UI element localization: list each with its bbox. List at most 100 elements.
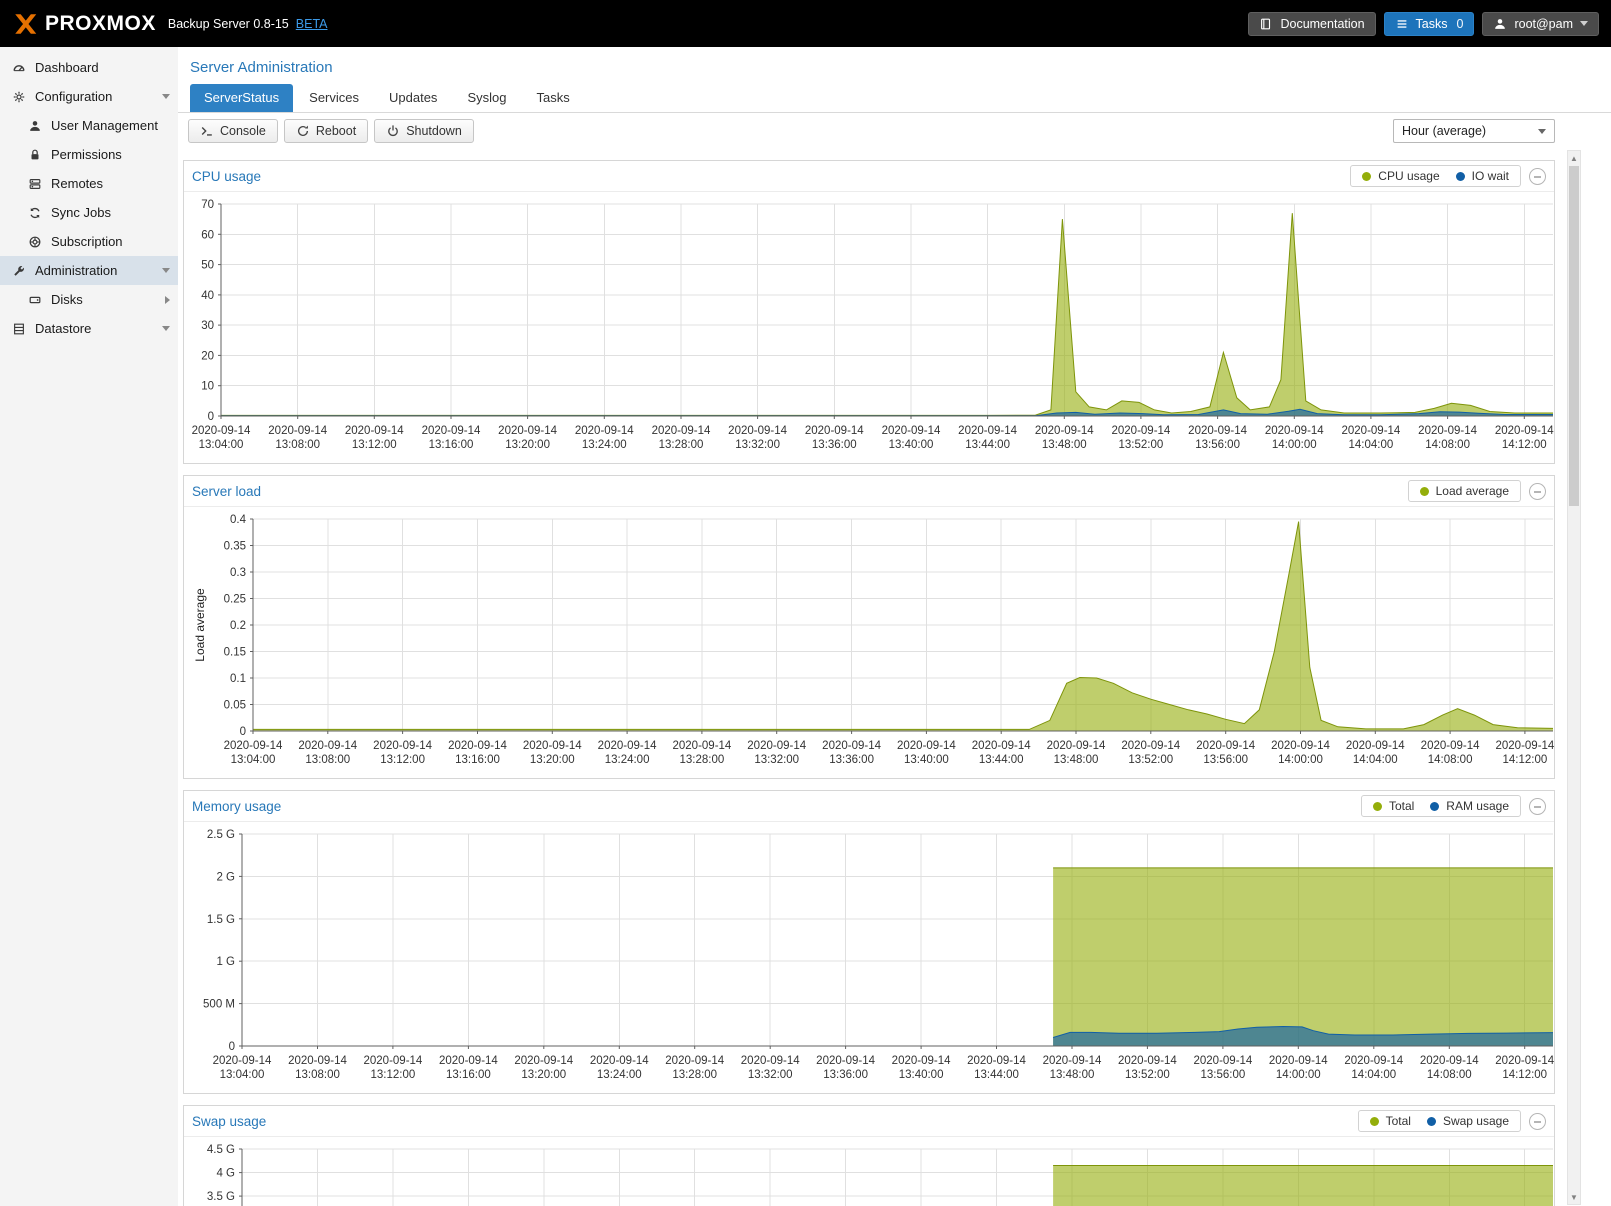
sidebar-item-dashboard[interactable]: Dashboard	[0, 53, 178, 82]
caret-right-icon[interactable]	[165, 296, 170, 304]
svg-text:13:40:00: 13:40:00	[899, 1069, 944, 1081]
svg-text:14:12:00: 14:12:00	[1502, 439, 1547, 451]
svg-text:2020-09-14: 2020-09-14	[1035, 425, 1094, 437]
svg-text:2020-09-14: 2020-09-14	[1188, 425, 1247, 437]
collapse-icon[interactable]	[1529, 168, 1546, 185]
svg-text:14:08:00: 14:08:00	[1427, 1069, 1472, 1081]
svg-text:0.4: 0.4	[230, 514, 247, 526]
sidebar-item-subscription[interactable]: Subscription	[0, 227, 178, 256]
scroll-down-icon[interactable]: ▼	[1568, 1190, 1580, 1204]
svg-text:13:56:00: 13:56:00	[1195, 439, 1240, 451]
console-button[interactable]: Console	[188, 119, 278, 143]
svg-text:2020-09-14: 2020-09-14	[224, 740, 283, 752]
tab-tasks[interactable]: Tasks	[522, 84, 583, 112]
svg-text:14:04:00: 14:04:00	[1351, 1069, 1396, 1081]
tab-bar: ServerStatusServicesUpdatesSyslogTasks	[178, 84, 1611, 113]
shutdown-label: Shutdown	[406, 124, 462, 138]
svg-text:14:08:00: 14:08:00	[1425, 439, 1470, 451]
svg-text:2020-09-14: 2020-09-14	[672, 740, 731, 752]
svg-text:13:40:00: 13:40:00	[889, 439, 934, 451]
svg-text:20: 20	[201, 350, 214, 362]
svg-text:2020-09-14: 2020-09-14	[575, 425, 634, 437]
scroll-up-icon[interactable]: ▲	[1568, 151, 1580, 165]
svg-text:2020-09-14: 2020-09-14	[448, 740, 507, 752]
scrollbar-thumb[interactable]	[1569, 166, 1579, 506]
svg-text:70: 70	[201, 199, 214, 211]
svg-text:4 G: 4 G	[216, 1168, 235, 1180]
svg-text:0.35: 0.35	[224, 541, 246, 553]
tab-syslog[interactable]: Syslog	[453, 84, 520, 112]
collapse-icon[interactable]	[1529, 483, 1546, 500]
svg-text:14:12:00: 14:12:00	[1502, 1069, 1547, 1081]
svg-text:2020-09-14: 2020-09-14	[1196, 740, 1255, 752]
legend-item-total: Total	[1370, 1114, 1411, 1128]
svg-text:2020-09-14: 2020-09-14	[1047, 740, 1106, 752]
svg-text:2020-09-14: 2020-09-14	[892, 1055, 951, 1067]
sidebar-item-datastore[interactable]: Datastore	[0, 314, 178, 343]
sidebar-item-configuration[interactable]: Configuration	[0, 82, 178, 111]
svg-text:40: 40	[201, 290, 214, 302]
svg-text:Load average: Load average	[193, 588, 207, 662]
content-region: CPU usage CPU usage IO wait 010203040506…	[178, 149, 1611, 1206]
reboot-button[interactable]: Reboot	[284, 119, 368, 143]
sidebar-item-user-management[interactable]: User Management	[0, 111, 178, 140]
svg-text:0.05: 0.05	[224, 700, 246, 712]
sidebar-item-disks[interactable]: Disks	[0, 285, 178, 314]
beta-link[interactable]: BETA	[296, 17, 328, 31]
svg-text:2020-09-14: 2020-09-14	[1420, 1055, 1479, 1067]
user-menu-button[interactable]: root@pam	[1482, 12, 1599, 36]
caret-down-icon[interactable]	[162, 268, 170, 273]
timeframe-select[interactable]: Hour (average)	[1393, 119, 1555, 143]
user-icon	[1493, 17, 1507, 31]
tab-updates[interactable]: Updates	[375, 84, 451, 112]
tab-serverstatus[interactable]: ServerStatus	[190, 84, 293, 112]
caret-down-icon[interactable]	[162, 94, 170, 99]
svg-text:0.3: 0.3	[230, 567, 246, 579]
svg-text:2020-09-14: 2020-09-14	[897, 740, 956, 752]
brand-text: PROXMOX	[45, 12, 156, 36]
tab-services[interactable]: Services	[295, 84, 373, 112]
sidebar-item-remotes[interactable]: Remotes	[0, 169, 178, 198]
chevron-down-icon	[1538, 129, 1546, 134]
console-label: Console	[220, 124, 266, 138]
svg-text:4.5 G: 4.5 G	[207, 1144, 235, 1156]
svg-text:2020-09-14: 2020-09-14	[373, 740, 432, 752]
svg-text:2.5 G: 2.5 G	[207, 829, 235, 841]
svg-text:14:00:00: 14:00:00	[1276, 1069, 1321, 1081]
datastore-icon	[12, 322, 26, 336]
svg-text:0.15: 0.15	[224, 647, 246, 659]
svg-text:2020-09-14: 2020-09-14	[1344, 1055, 1403, 1067]
svg-text:0.1: 0.1	[230, 673, 246, 685]
svg-text:2020-09-14: 2020-09-14	[192, 425, 251, 437]
user-icon	[28, 119, 42, 133]
svg-text:2020-09-14: 2020-09-14	[882, 425, 941, 437]
collapse-icon[interactable]	[1529, 1113, 1546, 1130]
svg-text:10: 10	[201, 381, 214, 393]
panel-cpu-usage: CPU usage CPU usage IO wait 010203040506…	[183, 160, 1555, 464]
svg-text:14:00:00: 14:00:00	[1278, 754, 1323, 766]
app-root: PROXMOX Backup Server 0.8-15 BETA Docume…	[0, 0, 1611, 1206]
chart-svg: 00.050.10.150.20.250.30.350.42020-09-141…	[187, 509, 1557, 775]
collapse-icon[interactable]	[1529, 798, 1546, 815]
tasks-button[interactable]: Tasks 0	[1384, 12, 1475, 36]
svg-text:500 M: 500 M	[203, 999, 235, 1011]
svg-text:13:24:00: 13:24:00	[582, 439, 627, 451]
sidebar-item-administration[interactable]: Administration	[0, 256, 178, 285]
caret-down-icon[interactable]	[162, 326, 170, 331]
list-icon	[1395, 17, 1409, 31]
support-icon	[28, 235, 42, 249]
chart-swap-usage: 0500 M1 G1.5 G2 G2.5 G3 G3.5 G4 G4.5 G20…	[184, 1137, 1554, 1206]
vertical-scrollbar[interactable]: ▲ ▼	[1567, 150, 1581, 1205]
legend-item-total: Total	[1373, 799, 1414, 813]
svg-text:13:40:00: 13:40:00	[904, 754, 949, 766]
sidebar-item-sync-jobs[interactable]: Sync Jobs	[0, 198, 178, 227]
svg-text:13:12:00: 13:12:00	[371, 1069, 416, 1081]
sidebar-item-label: User Management	[51, 118, 158, 133]
svg-text:2020-09-14: 2020-09-14	[1193, 1055, 1252, 1067]
shutdown-button[interactable]: Shutdown	[374, 119, 474, 143]
svg-text:2020-09-14: 2020-09-14	[1418, 425, 1477, 437]
documentation-button[interactable]: Documentation	[1248, 12, 1375, 36]
sidebar-item-permissions[interactable]: Permissions	[0, 140, 178, 169]
documentation-label: Documentation	[1280, 17, 1364, 31]
svg-text:13:36:00: 13:36:00	[823, 1069, 868, 1081]
